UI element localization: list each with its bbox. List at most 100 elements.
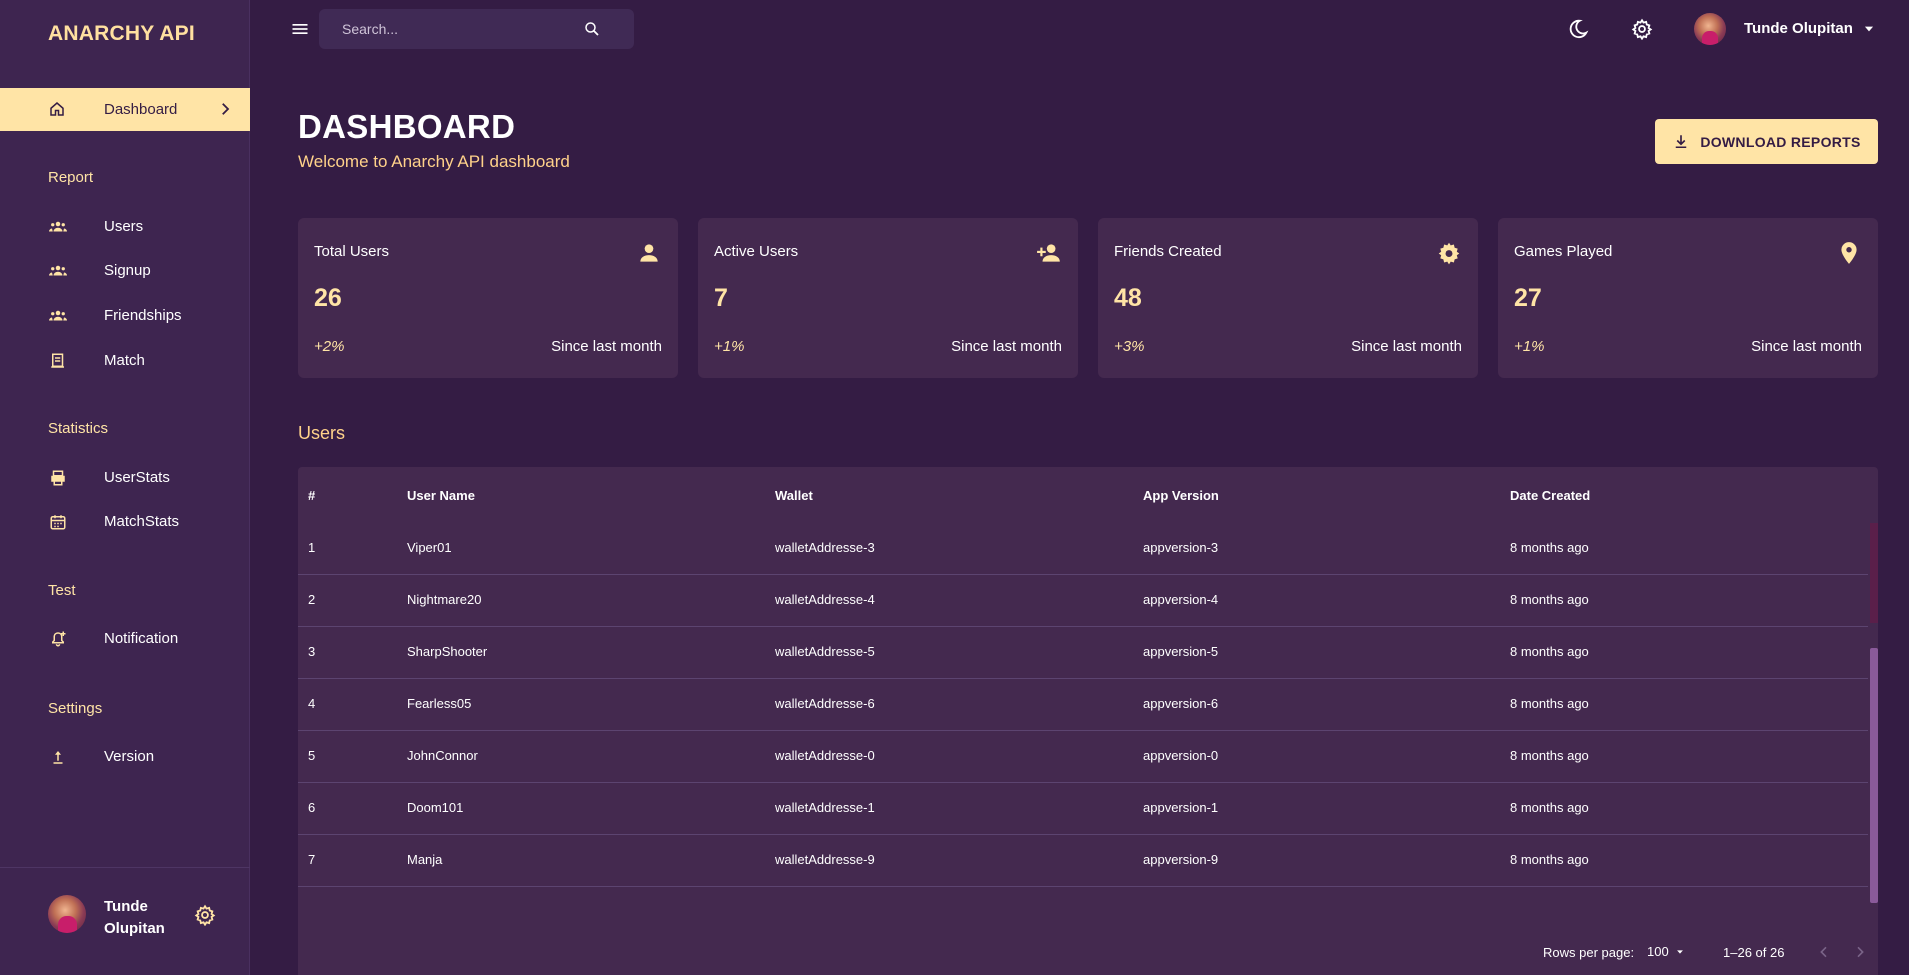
section-title-test: Test: [48, 582, 76, 599]
column-header-app-version[interactable]: App Version: [1143, 488, 1219, 503]
rows-per-page-select[interactable]: 100: [1647, 944, 1669, 959]
sidebar-item-dashboard[interactable]: Dashboard: [0, 88, 250, 131]
row-wallet: walletAddresse-1: [775, 800, 875, 815]
column-header-index[interactable]: #: [308, 488, 315, 503]
page-subtitle: Welcome to Anarchy API dashboard: [298, 152, 570, 171]
prev-page-icon[interactable]: [1816, 944, 1832, 960]
row-app-version: appversion-1: [1143, 800, 1219, 815]
sidebar-item-userstats[interactable]: UserStats: [0, 458, 250, 498]
table-row[interactable]: 1 Viper01 walletAddresse-3 appversion-3 8 mo…: [298, 523, 1868, 575]
row-date-created: 8 months ago: [1510, 800, 1589, 815]
row-app-version: appversion-4: [1143, 592, 1219, 607]
row-date-created: 8 months ago: [1510, 644, 1589, 659]
sidebar-item-label: Friendships: [104, 307, 182, 324]
column-header-date-created[interactable]: Date Created: [1510, 488, 1590, 503]
rows-per-page-label: Rows per page:: [1543, 945, 1635, 960]
section-title-report: Report: [48, 169, 94, 186]
row-app-version: appversion-5: [1143, 644, 1219, 659]
table-row[interactable]: 2 Nightmare20 walletAddresse-4 appversion-4…: [298, 575, 1868, 627]
row-wallet: walletAddresse-4: [775, 592, 875, 607]
table-row[interactable]: 5 JohnConnor walletAddresse-0 appversion-0 8…: [298, 731, 1868, 783]
avatar[interactable]: [48, 895, 86, 933]
row-username: SharpShooter: [407, 644, 488, 659]
download-reports-button[interactable]: DOWNLOAD REPORTS: [1655, 119, 1878, 164]
dark-mode-moon-icon[interactable]: [1567, 18, 1589, 40]
row-username: Manja: [407, 852, 443, 867]
row-app-version: appversion-9: [1143, 852, 1219, 867]
sidebar-item-friendships[interactable]: Friendships: [0, 296, 250, 336]
table-row[interactable]: 8QueenMotherwalletAddresse-7appversion-7…: [298, 887, 1868, 903]
card-title: Games Played: [1514, 243, 1613, 260]
sidebar-item-users[interactable]: Users: [0, 207, 250, 247]
group-icon: [49, 310, 67, 321]
scrollbar-upper: [1870, 523, 1878, 623]
download-reports-label: DOWNLOAD REPORTS: [1700, 133, 1861, 150]
group-icon: [49, 265, 67, 276]
row-index: 3: [308, 644, 316, 659]
gear-icon[interactable]: [194, 904, 216, 926]
sidebar-item-version[interactable]: Version: [0, 737, 250, 777]
card-since: Since last month: [551, 338, 662, 355]
add-alert-icon: [52, 631, 66, 647]
row-wallet: walletAddresse-9: [775, 852, 875, 867]
card-value: 7: [714, 284, 728, 312]
card-value: 26: [314, 284, 342, 312]
table-body: 1 Viper01 walletAddresse-3 appversion-3 8 mo…: [298, 523, 1868, 903]
search-input[interactable]: [319, 9, 579, 49]
receipt-icon: [51, 353, 64, 368]
calendar-icon: [50, 515, 66, 530]
row-date-created: 8 months ago: [1510, 852, 1589, 867]
sidebar-item-signup[interactable]: Signup: [0, 251, 250, 291]
card-change: +2%: [314, 338, 345, 355]
person-icon: [640, 244, 658, 262]
scrollbar-thumb[interactable]: [1870, 648, 1878, 903]
table-row[interactable]: 6 Doom101 walletAddresse-1 appversion-1 8 mo…: [298, 783, 1868, 835]
card-change: +3%: [1114, 338, 1145, 355]
stat-card-games-played: Games Played 27 +1% Since last month: [1498, 218, 1878, 378]
row-app-version: appversion-3: [1143, 540, 1219, 555]
card-since: Since last month: [1351, 338, 1462, 355]
row-app-version: appversion-0: [1143, 748, 1219, 763]
caret-down-icon[interactable]: [1675, 947, 1685, 957]
users-section-title: Users: [298, 423, 346, 443]
download-icon: [1676, 134, 1687, 148]
brand-logo[interactable]: ANARCHY API: [48, 22, 195, 46]
sidebar-item-match[interactable]: Match: [0, 341, 250, 381]
user-name[interactable]: Tunde Olupitan: [1744, 20, 1853, 37]
table-row[interactable]: 3 SharpShooter walletAddresse-5 appversion-…: [298, 627, 1868, 679]
sidebar-item-label: Signup: [104, 262, 151, 279]
sidebar-item-label: UserStats: [104, 469, 170, 486]
row-username: Viper01: [407, 540, 452, 555]
row-date-created: 8 months ago: [1510, 696, 1589, 711]
table-header: # User Name Wallet App Version Date Crea…: [298, 467, 1878, 523]
row-username: Doom101: [407, 800, 464, 815]
settings-gear-icon[interactable]: [1631, 18, 1653, 40]
column-header-username[interactable]: User Name: [407, 488, 475, 503]
sidebar-item-notification[interactable]: Notification: [0, 619, 250, 659]
search-icon[interactable]: [583, 20, 601, 38]
avatar[interactable]: [1694, 13, 1726, 45]
stat-card-total-users: Total Users 26 +2% Since last month: [298, 218, 678, 378]
stat-card-friends-created: Friends Created 48 +3% Since last month: [1098, 218, 1478, 378]
sidebar-item-label: Dashboard: [104, 101, 178, 118]
gear-icon: [1438, 242, 1460, 265]
page-title: DASHBOARD: [298, 108, 516, 145]
card-value: 27: [1514, 284, 1542, 312]
caret-down-icon[interactable]: [1862, 22, 1876, 36]
row-date-created: 8 months ago: [1510, 592, 1589, 607]
sidebar-item-matchstats[interactable]: MatchStats: [0, 502, 250, 542]
column-header-wallet[interactable]: Wallet: [775, 488, 813, 503]
table-row[interactable]: 4 Fearless05 walletAddresse-6 appversion-6 8…: [298, 679, 1868, 731]
row-index: 4: [308, 696, 316, 711]
sidebar-user-name: Tunde Olupitan: [104, 898, 165, 937]
home-icon: [50, 102, 64, 116]
next-page-icon[interactable]: [1852, 944, 1868, 960]
card-since: Since last month: [1751, 338, 1862, 355]
card-title: Total Users: [314, 243, 390, 260]
table-row[interactable]: 7 Manja walletAddresse-9 appversion-9 8 mont…: [298, 835, 1868, 887]
card-value: 48: [1114, 284, 1142, 312]
row-date-created: 8 months ago: [1510, 540, 1589, 555]
stat-card-active-users: Active Users 7 +1% Since last month: [698, 218, 1078, 378]
menu-icon[interactable]: [290, 19, 310, 39]
row-date-created: 8 months ago: [1510, 748, 1589, 763]
